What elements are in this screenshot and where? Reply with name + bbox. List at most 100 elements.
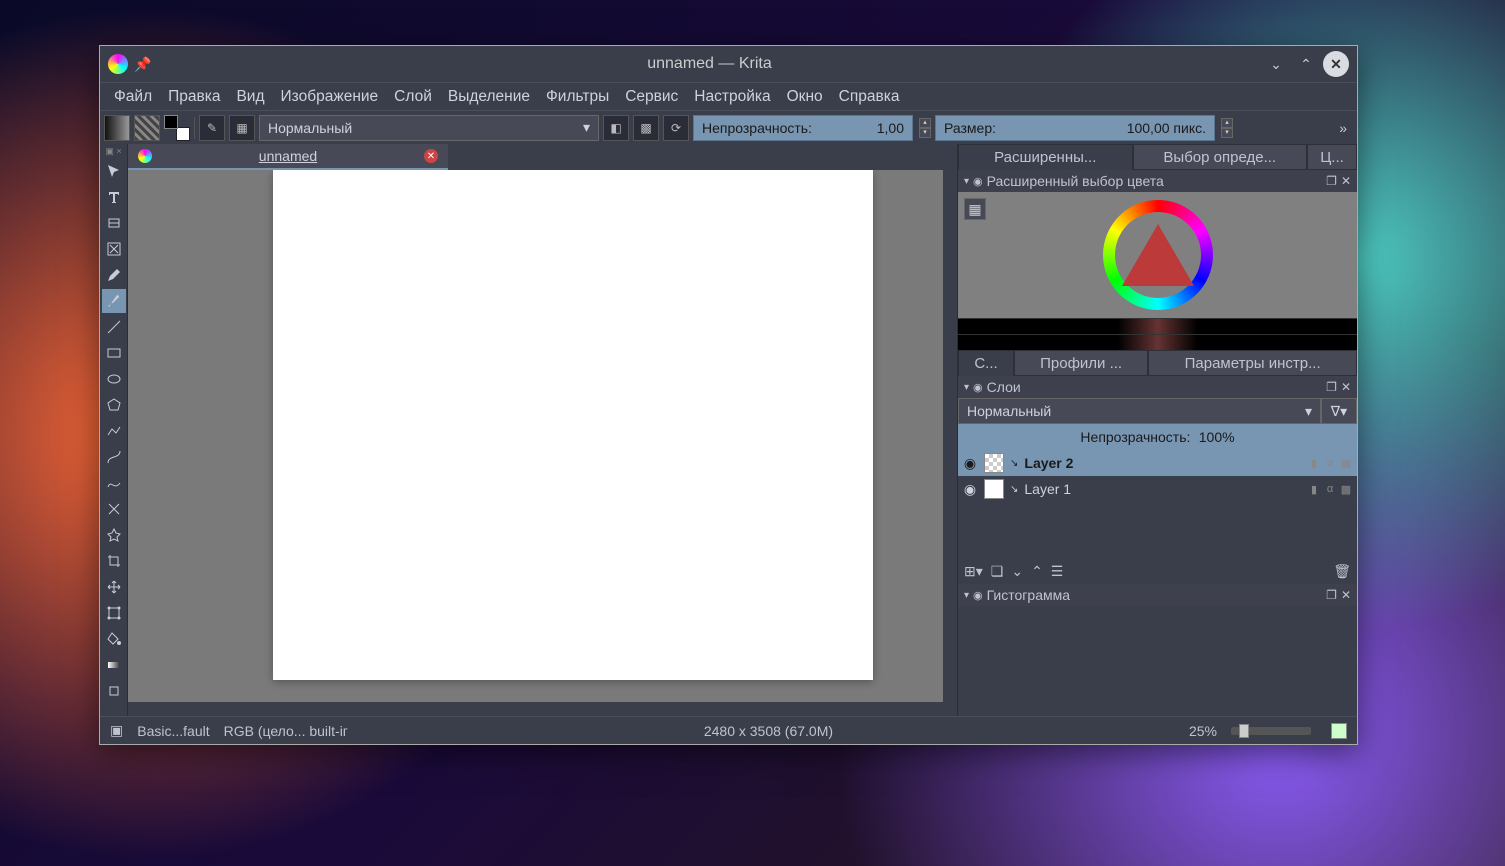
selection-mask-icon[interactable]: ▣ [110,722,123,739]
visibility-icon[interactable]: ◉ [962,455,978,471]
docker-tab-advanced[interactable]: Расширенны... [958,144,1133,170]
menu-image[interactable]: Изображение [273,85,387,109]
float-icon[interactable]: ❐ [1326,588,1337,602]
menu-layer[interactable]: Слой [386,85,440,109]
calligraphy-tool[interactable] [102,237,126,261]
collapse-icon[interactable]: ▾ [964,382,969,393]
menu-view[interactable]: Вид [228,85,272,109]
menu-file[interactable]: Файл [106,85,160,109]
size-spin[interactable]: ▴▾ [1221,118,1233,138]
close-panel-icon[interactable]: ✕ [1341,174,1351,188]
dynamic-brush-tool[interactable] [102,497,126,521]
fg-bg-swatch[interactable] [164,115,190,141]
hue-ring[interactable] [1103,200,1213,310]
titlebar[interactable]: 📌 unnamed — Krita ⌄ ⌃ ✕ [100,46,1357,82]
menu-help[interactable]: Справка [831,85,908,109]
layer-name[interactable]: Layer 1 [1024,481,1301,497]
color-model-label[interactable]: RGB (цело... built-iг [224,723,348,739]
gradient-preview-icon[interactable] [104,115,130,141]
text-tool[interactable] [102,185,126,209]
duplicate-layer-button[interactable]: ❏ [991,563,1004,580]
alpha-icon[interactable]: α [1323,482,1337,496]
reload-brush-icon[interactable]: ⟳ [663,115,689,141]
polygon-tool[interactable] [102,393,126,417]
menu-window[interactable]: Окно [779,85,831,109]
fill-tool[interactable] [102,627,126,651]
close-panel-icon[interactable]: ✕ [1341,380,1351,394]
menu-settings[interactable]: Настройка [686,85,778,109]
zoom-fit-button[interactable] [1331,723,1347,739]
menu-edit[interactable]: Правка [160,85,228,109]
color-picker-tool[interactable] [102,679,126,703]
brush-preset-label[interactable]: Basic...fault [137,723,209,739]
toolbar-overflow-icon[interactable]: » [1333,120,1353,136]
detach-icon[interactable]: ◉ [973,589,983,602]
float-icon[interactable]: ❐ [1326,174,1337,188]
brush-presets-icon[interactable]: ▦ [229,115,255,141]
layer-row[interactable]: ◉ ↘ Layer 2 ▮ α ▩ [958,450,1357,476]
edit-shapes-tool[interactable] [102,211,126,235]
lock-icon[interactable]: ▮ [1307,456,1321,470]
brush-tool[interactable] [102,289,126,313]
opacity-slider[interactable]: Непрозрачность: 1,00 [693,115,913,141]
size-slider[interactable]: Размер: 100,00 пикс. [935,115,1215,141]
freehand-path-tool[interactable] [102,471,126,495]
color-panel-header[interactable]: ▾ ◉ Расширенный выбор цвета ❐ ✕ [958,170,1357,192]
visibility-icon[interactable]: ◉ [962,481,978,497]
move-layer-up-button[interactable]: ⌃ [1031,563,1043,580]
float-icon[interactable]: ❐ [1326,380,1337,394]
select-tool[interactable] [102,159,126,183]
color-history[interactable] [958,318,1357,350]
minimize-button[interactable]: ⌄ [1263,51,1289,77]
transform-tool[interactable] [102,601,126,625]
menu-filters[interactable]: Фильтры [538,85,617,109]
inherit-alpha-icon[interactable]: ▩ [1339,482,1353,496]
line-tool[interactable] [102,315,126,339]
lock-icon[interactable]: ▮ [1307,482,1321,496]
canvas[interactable] [273,170,873,680]
inherit-alpha-icon[interactable]: ▩ [1339,456,1353,470]
rectangle-tool[interactable] [102,341,126,365]
menu-select[interactable]: Выделение [440,85,538,109]
layer-filter-button[interactable]: ∇▾ [1321,398,1357,424]
docker-tab-color[interactable]: Ц... [1307,144,1357,170]
layer-blend-combo[interactable]: Нормальный ▾ [958,398,1321,424]
delete-layer-button[interactable]: 🗑 [1333,563,1351,580]
vertical-scrollbar[interactable] [943,170,957,702]
horizontal-scrollbar[interactable] [128,702,957,716]
document-tab[interactable]: unnamed ✕ [128,144,448,170]
opacity-spin[interactable]: ▴▾ [919,118,931,138]
sv-triangle[interactable] [1122,224,1194,286]
layer-properties-button[interactable]: ☰ [1051,563,1064,580]
layers-panel-header[interactable]: ▾ ◉ Слои ❐ ✕ [958,376,1357,398]
collapse-icon[interactable]: ▾ [964,176,969,187]
pattern-preview-icon[interactable] [134,115,160,141]
close-tab-icon[interactable]: ✕ [424,149,438,163]
ellipse-tool[interactable] [102,367,126,391]
docker-tab-profiles[interactable]: Профили ... [1014,350,1148,376]
docker-tab-tooloptions[interactable]: Параметры инстр... [1148,350,1357,376]
move-layer-down-button[interactable]: ⌄ [1011,563,1023,580]
multibrush-tool[interactable] [102,523,126,547]
layer-row[interactable]: ◉ ↘ Layer 1 ▮ α ▩ [958,476,1357,502]
histogram-panel-header[interactable]: ▾ ◉ Гистограмма ❐ ✕ [958,584,1357,606]
detach-icon[interactable]: ◉ [973,381,983,394]
alpha-lock-icon[interactable]: ▩ [633,115,659,141]
detach-icon[interactable]: ◉ [973,175,983,188]
advanced-color-selector[interactable]: ▦ [958,192,1357,350]
bezier-tool[interactable] [102,445,126,469]
maximize-button[interactable]: ⌃ [1293,51,1319,77]
zoom-label[interactable]: 25% [1189,723,1217,739]
brush-editor-icon[interactable]: ✎ [199,115,225,141]
canvas-viewport[interactable] [128,170,943,702]
eraser-mode-icon[interactable]: ◧ [603,115,629,141]
blend-mode-combo[interactable]: Нормальный ▾ [259,115,599,141]
layer-name[interactable]: Layer 2 [1024,455,1301,471]
close-button[interactable]: ✕ [1323,51,1349,77]
polyline-tool[interactable] [102,419,126,443]
zoom-slider[interactable] [1231,727,1311,735]
pin-icon[interactable]: 📌 [134,56,150,72]
pencil-tool[interactable] [102,263,126,287]
crop-tool[interactable] [102,549,126,573]
layer-opacity-slider[interactable]: Непрозрачность: 100% [958,424,1357,450]
